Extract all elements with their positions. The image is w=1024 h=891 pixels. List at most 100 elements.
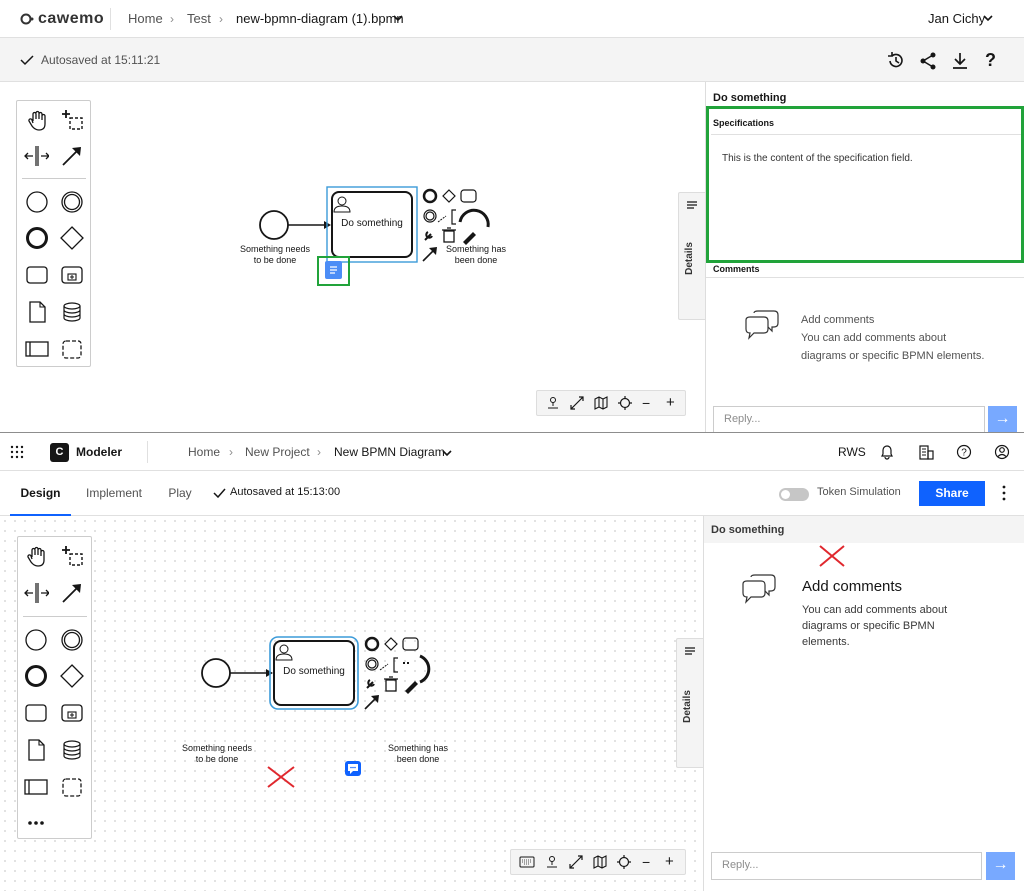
more-tools-icon[interactable] (23, 810, 49, 836)
app-name: Modeler (76, 445, 123, 459)
connect-tool-icon[interactable] (59, 143, 85, 169)
notification-bell-icon[interactable] (879, 444, 895, 460)
share-button[interactable]: Share (919, 481, 985, 506)
data-object-icon[interactable] (23, 737, 49, 763)
comment-badge-icon[interactable] (345, 761, 361, 776)
lasso-tool-icon[interactable] (59, 543, 85, 569)
overflow-menu-icon[interactable] (1002, 485, 1006, 501)
history-icon[interactable] (886, 51, 906, 71)
wrench-icon (424, 231, 433, 241)
org-switcher[interactable]: RWS (838, 445, 866, 459)
space-tool-icon[interactable] (23, 143, 49, 169)
center-icon[interactable] (617, 855, 631, 869)
user-chevron-down-icon[interactable] (983, 14, 993, 22)
download-icon[interactable] (950, 51, 970, 71)
group-icon[interactable] (59, 336, 85, 362)
cawemo-logo[interactable]: cawemo (38, 10, 104, 28)
start-event-icon[interactable] (24, 189, 50, 215)
pool-icon[interactable] (23, 774, 49, 800)
reply-input[interactable]: Reply... (711, 852, 982, 880)
task-label[interactable]: Do something (332, 219, 412, 229)
hand-tool-icon[interactable] (25, 107, 51, 133)
organization-icon[interactable] (918, 444, 934, 460)
gateway-icon[interactable] (59, 225, 85, 251)
tab-implement[interactable]: Implement (73, 471, 155, 516)
breadcrumb-project[interactable]: New Project (245, 445, 310, 459)
data-object-icon[interactable] (24, 299, 50, 325)
comment-bubbles-icon (744, 310, 780, 342)
details-tab[interactable]: Details (676, 638, 703, 768)
tab-play[interactable]: Play (157, 471, 203, 516)
svg-text:?: ? (961, 448, 967, 459)
comments-title: Comments (713, 264, 760, 274)
app-switcher-icon[interactable] (10, 445, 24, 459)
start-event-label-line2: to be done (253, 255, 297, 265)
help-icon[interactable]: ? (956, 444, 972, 460)
start-event-label-line1: Something needs (181, 743, 253, 753)
zoom-out-icon[interactable]: − (642, 395, 650, 411)
task-icon[interactable] (23, 700, 49, 726)
reply-input[interactable]: Reply... (713, 406, 985, 432)
data-store-icon[interactable] (59, 299, 85, 325)
trash-icon (442, 227, 456, 243)
hand-tool-icon[interactable] (24, 543, 50, 569)
fit-view-icon[interactable] (570, 396, 584, 410)
start-event-icon[interactable] (23, 627, 49, 653)
spec-content[interactable]: This is the content of the specification… (722, 153, 913, 164)
group-icon[interactable] (59, 774, 85, 800)
user-avatar-icon[interactable] (994, 444, 1010, 460)
send-arrow-icon[interactable]: → (986, 852, 1015, 880)
token-simulation-label: Token Simulation (817, 486, 901, 498)
minimap-icon[interactable] (593, 855, 607, 869)
breadcrumb-diagram[interactable]: New BPMN Diagram (334, 445, 445, 459)
mode-tabs: Design Implement Play Autosaved at 15:13… (0, 471, 1024, 516)
intermediate-event-icon[interactable] (59, 627, 85, 653)
zoom-in-icon[interactable]: + (666, 394, 675, 411)
camunda-logo-icon[interactable]: C (50, 443, 69, 462)
chevron-down-icon[interactable] (393, 14, 403, 22)
modeler-canvas[interactable]: Something needs to be done Do something … (0, 516, 703, 891)
subprocess-icon[interactable] (59, 700, 85, 726)
user-menu[interactable]: Jan Cichy (928, 11, 985, 26)
cawemo-canvas[interactable]: Something needs to be done Do something … (0, 82, 705, 432)
details-tab[interactable]: Details (678, 192, 705, 320)
breadcrumb-diagram[interactable]: new-bpmn-diagram (1).bpmn (236, 11, 404, 26)
specification-doc-icon[interactable] (325, 261, 342, 279)
pool-icon[interactable] (24, 336, 50, 362)
breadcrumb-home[interactable]: Home (188, 445, 220, 459)
canvas-controls: − + (510, 849, 686, 875)
modeler-side-panel: Do something Add comments You can add co… (703, 516, 1024, 891)
keyboard-icon[interactable] (519, 856, 535, 868)
token-simulation-toggle[interactable] (779, 488, 809, 501)
checkmark-icon (20, 55, 34, 66)
reset-view-icon[interactable] (546, 396, 560, 410)
end-event-icon[interactable] (24, 225, 50, 251)
canvas-controls: − + (536, 390, 686, 416)
fit-view-icon[interactable] (569, 855, 583, 869)
space-tool-icon[interactable] (23, 580, 49, 606)
task-label[interactable]: Do something (274, 667, 354, 677)
lasso-tool-icon[interactable] (59, 107, 85, 133)
reset-view-icon[interactable] (545, 855, 559, 869)
task-icon[interactable] (24, 262, 50, 288)
breadcrumb-project[interactable]: Test (187, 11, 211, 26)
end-event-label-line1: Something has (387, 743, 449, 753)
zoom-out-icon[interactable]: − (642, 854, 650, 870)
data-store-icon[interactable] (59, 737, 85, 763)
cawemo-toolbar: Autosaved at 15:11:21 ? (0, 38, 1024, 82)
help-icon[interactable]: ? (985, 50, 1005, 70)
breadcrumb-home[interactable]: Home (128, 11, 163, 26)
subprocess-icon[interactable] (59, 262, 85, 288)
end-event-label-line1: Something has (445, 244, 507, 254)
gateway-icon[interactable] (59, 663, 85, 689)
connect-tool-icon[interactable] (59, 580, 85, 606)
intermediate-event-icon[interactable] (59, 189, 85, 215)
send-arrow-icon[interactable]: → (988, 406, 1017, 432)
tab-design[interactable]: Design (10, 471, 71, 516)
zoom-in-icon[interactable]: + (665, 853, 674, 870)
center-icon[interactable] (618, 396, 632, 410)
share-icon[interactable] (918, 51, 938, 71)
end-event-icon[interactable] (23, 663, 49, 689)
chevron-down-icon[interactable] (442, 449, 452, 457)
minimap-icon[interactable] (594, 396, 608, 410)
